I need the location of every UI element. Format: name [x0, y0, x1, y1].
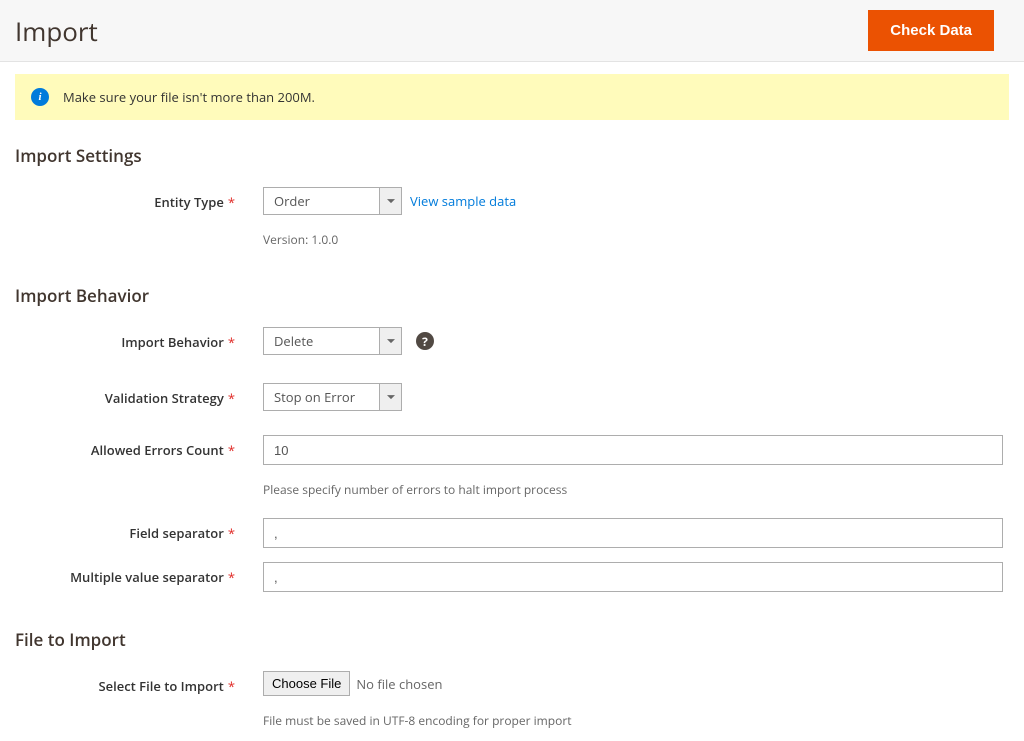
field-field-separator: Field separator * — [15, 518, 1009, 548]
field-select-file: Select File to Import * Choose File No fi… — [15, 671, 1009, 729]
field-allowed-errors-count: Allowed Errors Count* Please specify num… — [15, 435, 1009, 498]
hint-file-encoding: File must be saved in UTF-8 encoding for… — [263, 712, 1003, 729]
section-import-behavior: Import Behavior Import Behavior* Delete … — [0, 260, 1024, 592]
entity-type-select[interactable]: Order — [263, 187, 402, 215]
required-mark: * — [228, 441, 235, 459]
version-text: Version: 1.0.0 — [263, 231, 1003, 248]
field-validation-strategy: Validation Strategy* Stop on Error — [15, 383, 1009, 411]
chevron-down-icon[interactable] — [379, 187, 402, 215]
choose-file-button[interactable]: Choose File — [263, 671, 350, 696]
label-allowed-errors-count: Allowed Errors Count — [91, 441, 224, 459]
required-mark: * — [228, 568, 235, 586]
validation-strategy-select[interactable]: Stop on Error — [263, 383, 402, 411]
section-title: Import Behavior — [15, 284, 1009, 307]
required-mark: * — [228, 193, 235, 211]
required-mark: * — [228, 524, 235, 542]
notice-banner: i Make sure your file isn't more than 20… — [15, 74, 1009, 120]
import-behavior-value[interactable]: Delete — [263, 327, 379, 355]
label-validation-strategy: Validation Strategy — [105, 389, 224, 407]
file-chosen-text: No file chosen — [356, 675, 442, 693]
multi-separator-input[interactable] — [263, 562, 1003, 592]
label-import-behavior: Import Behavior — [121, 333, 224, 351]
required-mark: * — [228, 677, 235, 695]
field-import-behavior: Import Behavior* Delete ? — [15, 327, 1009, 355]
page-header: Import Check Data — [0, 0, 1024, 62]
section-import-settings: Import Settings Entity Type* Order View … — [0, 120, 1024, 248]
label-entity-type: Entity Type — [154, 193, 224, 211]
required-mark: * — [228, 389, 235, 407]
hint-errors-count: Please specify number of errors to halt … — [263, 481, 1003, 498]
label-select-file: Select File to Import — [98, 677, 223, 695]
label-multi-separator: Multiple value separator — [70, 568, 224, 586]
required-mark: * — [228, 333, 235, 351]
import-behavior-select[interactable]: Delete — [263, 327, 402, 355]
field-separator-input[interactable] — [263, 518, 1003, 548]
label-field-separator: Field separator — [129, 524, 223, 542]
allowed-errors-count-input[interactable] — [263, 435, 1003, 465]
notice-text: Make sure your file isn't more than 200M… — [63, 88, 315, 106]
view-sample-data-link[interactable]: View sample data — [410, 192, 516, 210]
chevron-down-icon[interactable] — [379, 327, 402, 355]
help-icon[interactable]: ? — [416, 332, 434, 350]
field-entity-type: Entity Type* Order View sample data Vers… — [15, 187, 1009, 248]
validation-strategy-value[interactable]: Stop on Error — [263, 383, 379, 411]
check-data-button[interactable]: Check Data — [868, 10, 994, 51]
chevron-down-icon[interactable] — [379, 383, 402, 411]
section-title: Import Settings — [15, 144, 1009, 167]
section-title: File to Import — [15, 628, 1009, 651]
info-icon: i — [31, 88, 49, 106]
section-file-to-import: File to Import Select File to Import * Ch… — [0, 604, 1024, 729]
field-multiple-value-separator: Multiple value separator* — [15, 562, 1009, 592]
file-input[interactable]: Choose File No file chosen — [263, 671, 442, 696]
page-title: Import — [15, 13, 98, 49]
entity-type-value[interactable]: Order — [263, 187, 379, 215]
